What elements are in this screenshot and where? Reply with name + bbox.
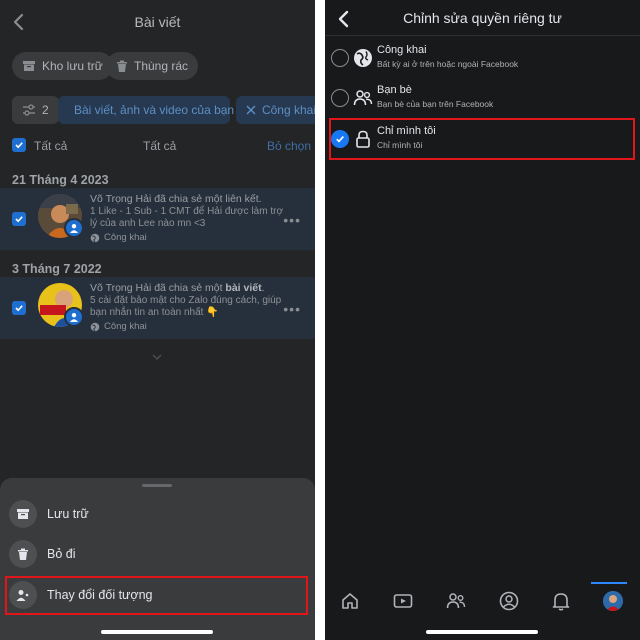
globe-icon xyxy=(354,49,372,67)
bell-icon[interactable] xyxy=(550,590,572,612)
sheet-item-label: Lưu trữ xyxy=(47,507,89,521)
post-audience-label: Công khai xyxy=(104,321,147,332)
more-options-icon[interactable]: ••• xyxy=(283,301,301,317)
action-sheet: Lưu trữ Bỏ đi Thay đổi đối tượng xyxy=(0,478,315,640)
radio-button[interactable] xyxy=(331,49,349,67)
sliders-icon xyxy=(23,104,35,116)
post-checkbox[interactable] xyxy=(12,301,26,315)
post-audience: Công khai xyxy=(90,321,285,333)
filter-audience-chip[interactable]: Công khai xyxy=(236,96,315,124)
radio-button[interactable] xyxy=(331,89,349,107)
user-badge-icon xyxy=(64,307,84,327)
select-all-row: Tất cả Tất cả Bỏ chọn xyxy=(0,130,315,160)
globe-icon xyxy=(90,322,100,332)
option-title: Công khai xyxy=(377,44,427,56)
archive-button[interactable]: Kho lưu trữ xyxy=(12,52,113,80)
privacy-option-friends[interactable]: Bạn bè Bạn bè của bạn trên Facebook xyxy=(325,78,640,118)
sheet-item-archive[interactable]: Lưu trữ xyxy=(0,494,315,534)
home-icon[interactable] xyxy=(339,590,361,612)
privacy-option-public[interactable]: Công khai Bất kỳ ai ở trên hoặc ngoài Fa… xyxy=(325,38,640,78)
filter-content-chip[interactable]: Bài viết, ảnh và video của bạn xyxy=(58,96,234,124)
post-body: 1 Like - 1 Sub - 1 CMT để Hải được làm t… xyxy=(90,206,284,229)
sheet-item-label: Bỏ đi xyxy=(47,547,76,561)
post-headline-prefix: Võ Trọng Hải đã chia sẻ một xyxy=(90,282,226,294)
right-screen: Chỉnh sửa quyền riêng tư Công khai Bất k… xyxy=(325,0,640,640)
menu-avatar[interactable] xyxy=(602,590,624,612)
filter-content-label: Bài viết, ảnh và video của bạn xyxy=(74,103,235,117)
posts-screen-dimmed: Bài viết Kho lưu trữ Thùng rác 2 Bài viế… xyxy=(0,0,315,478)
post-headline: Võ Trọng Hải đã chia sẻ một bài viết. xyxy=(90,282,285,294)
home-indicator xyxy=(101,630,213,634)
highlight-box xyxy=(5,576,308,615)
deselect-link[interactable]: Bỏ chọn xyxy=(267,139,311,153)
page-title: Bài viết xyxy=(134,14,181,30)
trash-button[interactable]: Thùng rác xyxy=(106,52,199,80)
post-headline-bold: bài viết xyxy=(225,282,262,294)
trash-icon xyxy=(9,540,37,568)
post-audience-label: Công khai xyxy=(104,232,147,243)
option-title: Bạn bè xyxy=(377,84,412,96)
select-all-label: Tất cả xyxy=(34,139,68,153)
bottom-tab-bar xyxy=(325,582,640,622)
filter-audience-label: Công khai xyxy=(261,103,315,117)
friends-icon[interactable] xyxy=(445,590,467,612)
post-item[interactable]: Võ Trọng Hải đã chia sẻ một bài viết. 5 … xyxy=(0,277,315,339)
filter-count-button[interactable]: 2 xyxy=(12,96,59,124)
option-subtitle: Bạn bè của bạn trên Facebook xyxy=(377,99,494,109)
selected-count-label: Tất cả xyxy=(143,139,177,153)
trash-icon xyxy=(117,60,127,72)
select-all-checkbox[interactable] xyxy=(12,138,26,152)
post-headline-suffix: . xyxy=(261,282,265,294)
profile-icon[interactable] xyxy=(498,590,520,612)
archive-icon xyxy=(23,61,35,71)
trash-label: Thùng rác xyxy=(134,59,189,73)
privacy-header: Chỉnh sửa quyền riêng tư xyxy=(325,0,640,36)
sheet-grabber[interactable] xyxy=(142,484,172,487)
more-options-icon[interactable]: ••• xyxy=(283,212,301,228)
archive-label: Kho lưu trữ xyxy=(42,59,103,73)
close-icon[interactable] xyxy=(246,105,256,115)
page-title: Chỉnh sửa quyền riêng tư xyxy=(403,10,562,26)
sheet-item-delete[interactable]: Bỏ đi xyxy=(0,534,315,574)
post-audience: Công khai xyxy=(90,232,285,244)
post-item[interactable]: Võ Trọng Hải đã chia sẻ một liên kết. 1 … xyxy=(0,188,315,250)
archive-icon xyxy=(9,500,37,528)
friends-icon xyxy=(353,90,373,106)
post-checkbox[interactable] xyxy=(12,212,26,226)
option-subtitle: Bất kỳ ai ở trên hoặc ngoài Facebook xyxy=(377,59,519,69)
globe-icon xyxy=(90,233,100,243)
user-badge-icon xyxy=(64,218,84,238)
filter-count: 2 xyxy=(42,103,49,117)
video-icon[interactable] xyxy=(392,590,414,612)
highlight-box xyxy=(329,118,635,160)
home-indicator xyxy=(426,630,538,634)
posts-header: Bài viết xyxy=(0,0,315,44)
left-screen: Bài viết Kho lưu trữ Thùng rác 2 Bài viế… xyxy=(0,0,315,640)
post-body: 5 cài đặt bảo mật cho Zalo đúng cách, gi… xyxy=(90,295,282,318)
chevron-down-icon[interactable] xyxy=(152,354,162,360)
date-header: 3 Tháng 7 2022 xyxy=(12,262,102,276)
date-header: 21 Tháng 4 2023 xyxy=(12,173,109,187)
post-headline: Võ Trọng Hải đã chia sẻ một liên kết. xyxy=(90,193,262,205)
active-tab-indicator xyxy=(591,582,627,584)
